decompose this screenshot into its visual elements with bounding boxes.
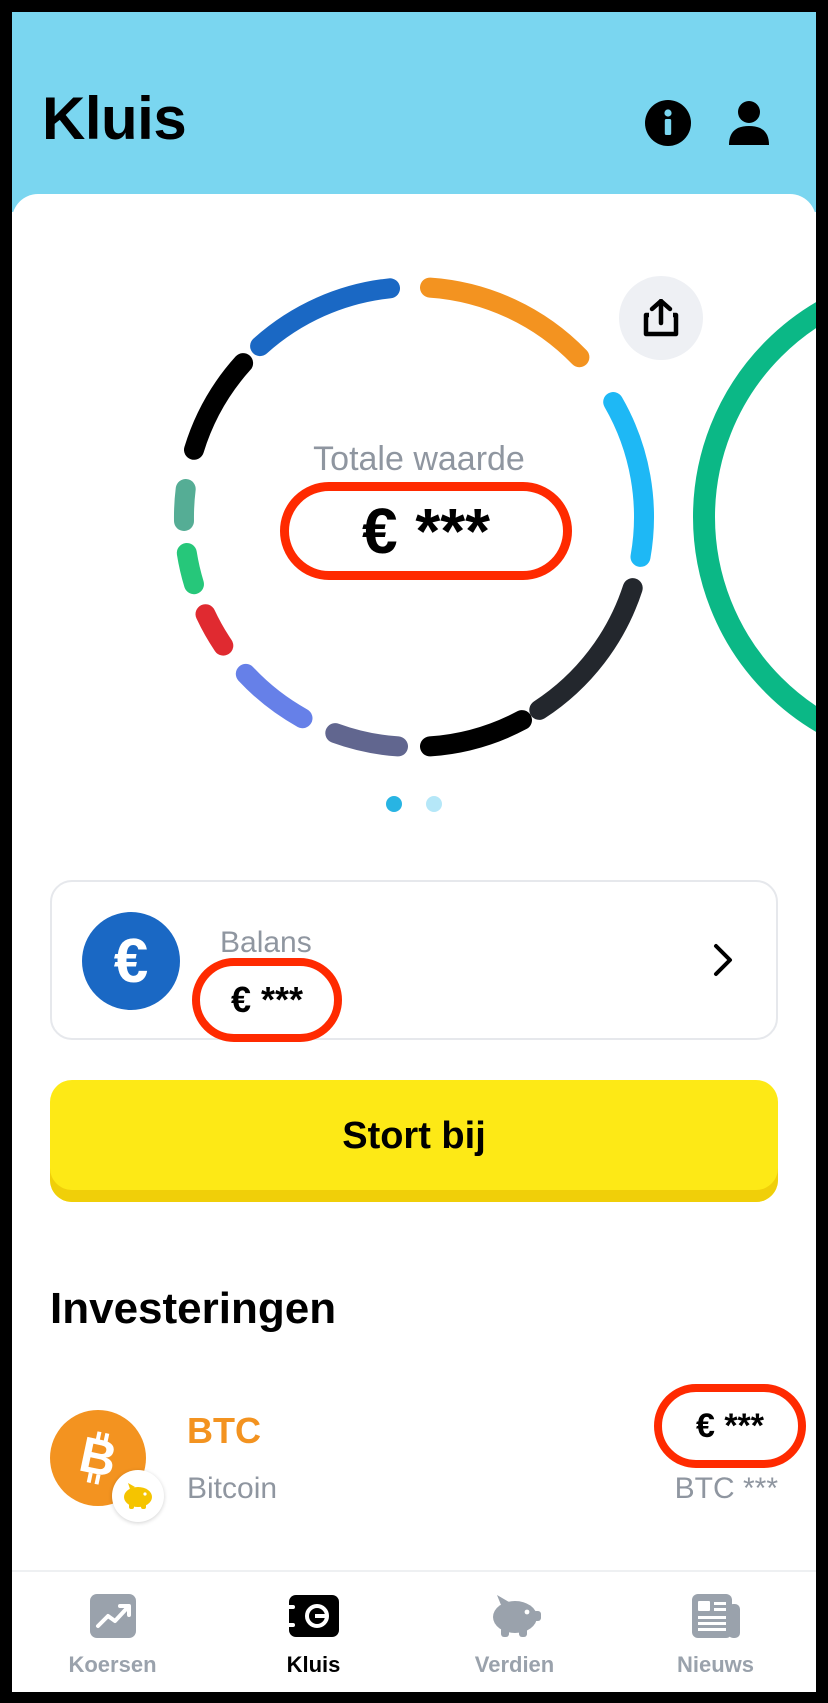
tab-label: Kluis <box>286 1652 341 1677</box>
page-indicator <box>386 796 442 812</box>
header: Kluis <box>12 12 816 212</box>
piggy-bank-badge-icon <box>112 1470 164 1522</box>
info-icon <box>645 100 691 146</box>
deposit-button[interactable]: Stort bij <box>50 1080 778 1202</box>
investments-title: Investeringen <box>50 1284 337 1333</box>
chart-trend-icon <box>85 1590 141 1642</box>
tab-label: Verdien <box>474 1652 555 1677</box>
euro-icon: € <box>82 912 180 1010</box>
ring-segment-blue <box>250 278 400 357</box>
newspaper-icon <box>688 1590 744 1642</box>
tab-label: Koersen <box>68 1652 157 1677</box>
app-screen: Kluis Totale waarde € *** € Balans € ***… <box>12 12 816 1692</box>
tab-nieuws[interactable]: Nieuws <box>615 1572 816 1692</box>
tab-koersen[interactable]: Koersen <box>12 1572 213 1692</box>
total-value: € *** <box>280 482 572 580</box>
asset-value: € *** <box>654 1384 806 1468</box>
balance-label: Balans <box>220 926 312 959</box>
tab-label: Nieuws <box>676 1652 755 1677</box>
ring-segment-slate <box>325 723 408 757</box>
asset-name: Bitcoin <box>187 1472 278 1505</box>
page-title: Kluis <box>42 85 187 152</box>
ring-segment-teal <box>173 479 196 531</box>
asset-amount: BTC *** <box>674 1472 778 1505</box>
balance-card[interactable]: € Balans € *** <box>50 880 778 1042</box>
ring-segment-periwinkle <box>235 663 313 729</box>
page-dot-active[interactable] <box>386 796 402 812</box>
user-icon <box>729 101 769 145</box>
ring-segment-green <box>176 543 204 595</box>
tab-kluis[interactable]: Kluis <box>213 1572 414 1692</box>
bottom-tab-bar: Koersen Kluis Verdien Nieuws <box>12 1570 816 1692</box>
balance-value: € *** <box>192 958 342 1042</box>
ring-segment-dark <box>529 578 643 720</box>
ring-segment-black <box>420 710 532 757</box>
chevron-right-icon <box>714 944 732 976</box>
ring-segment-orange <box>420 277 590 368</box>
total-value-label: Totale waarde <box>313 440 525 478</box>
ring-segment-lightblue <box>603 392 654 567</box>
vault-icon <box>286 1590 342 1642</box>
share-icon <box>643 299 679 337</box>
tab-verdien[interactable]: Verdien <box>414 1572 615 1692</box>
piggy-bank-icon <box>487 1590 543 1642</box>
profile-button[interactable] <box>724 98 774 148</box>
asset-symbol: BTC <box>187 1410 261 1451</box>
info-button[interactable] <box>643 98 693 148</box>
ring-segment-red <box>195 604 234 656</box>
ring-segment-black-left <box>184 353 254 460</box>
share-button[interactable] <box>619 276 703 360</box>
investment-row-btc[interactable]: B BTC Bitcoin € *** BTC *** <box>12 1384 816 1530</box>
page-dot-inactive[interactable] <box>426 796 442 812</box>
next-ring-preview <box>693 302 816 732</box>
